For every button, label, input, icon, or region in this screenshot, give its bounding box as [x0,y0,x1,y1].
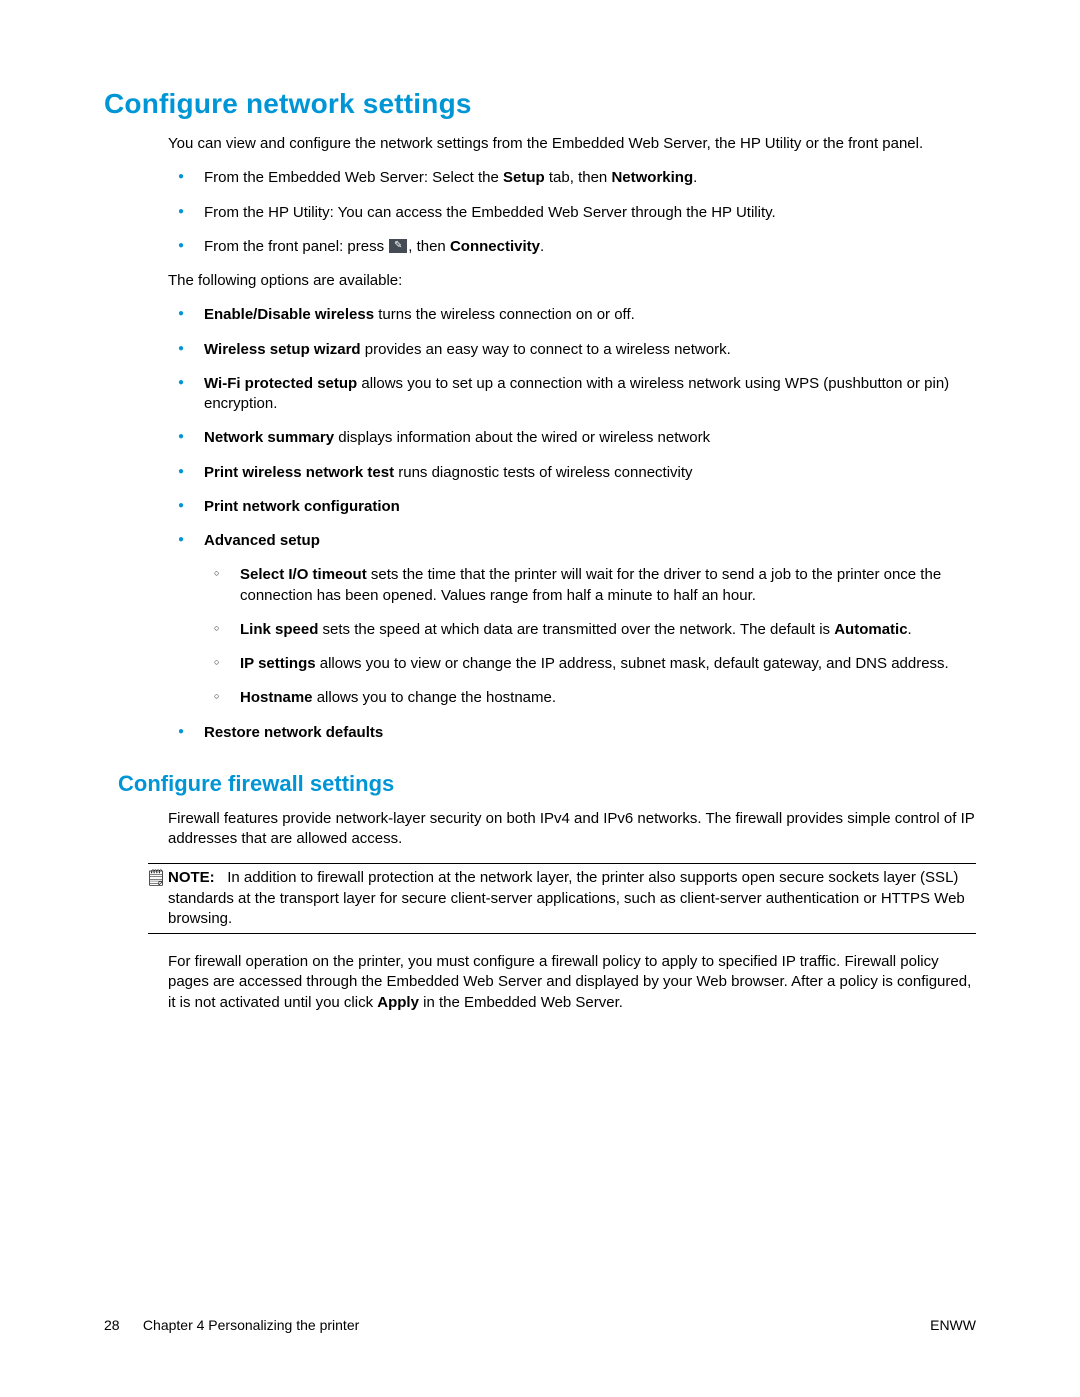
text: From the Embedded Web Server: Select the [204,169,503,186]
connectivity-label: Connectivity [450,238,540,255]
list-item: Wireless setup wizard provides an easy w… [168,340,976,360]
text: tab, then [545,169,612,186]
intro-paragraph: You can view and configure the network s… [168,134,976,154]
option-name: Print wireless network test [204,464,394,481]
list-item: Hostname allows you to change the hostna… [204,688,976,708]
heading-configure-firewall: Configure firewall settings [118,771,976,797]
list-item: Print wireless network test runs diagnos… [168,463,976,483]
note-body: In addition to firewall protection at th… [168,869,965,927]
list-item: Link speed sets the speed at which data … [204,620,976,640]
advanced-setup-list: Select I/O timeout sets the time that th… [204,565,976,708]
apply-label: Apply [377,994,419,1011]
list-item: Enable/Disable wireless turns the wirele… [168,305,976,325]
heading-configure-network: Configure network settings [104,88,976,120]
note-label: NOTE: [168,869,215,886]
sub-option-name: Select I/O timeout [240,566,367,583]
options-available-label: The following options are available: [168,271,976,291]
list-item: From the Embedded Web Server: Select the… [168,168,976,188]
list-item: From the HP Utility: You can access the … [168,203,976,223]
text: . [540,238,544,255]
text: , then [408,238,450,255]
networking-label: Networking [611,169,693,186]
text: From the front panel: press [204,238,388,255]
sub-option-name: Link speed [240,621,318,638]
wrench-icon [389,239,407,253]
list-item: Select I/O timeout sets the time that th… [204,565,976,606]
footer-right-label: ENWW [930,1317,976,1333]
sub-option-name: Hostname [240,689,313,706]
text: displays information about the wired or … [334,429,710,446]
text: sets the speed at which data are transmi… [318,621,834,638]
option-name: Wi-Fi protected setup [204,375,357,392]
list-item: Wi-Fi protected setup allows you to set … [168,374,976,415]
list-item: Network summary displays information abo… [168,428,976,448]
text: in the Embedded Web Server. [419,994,623,1011]
page-number: 28 [104,1317,120,1333]
automatic-label: Automatic [834,621,907,638]
text: allows you to view or change the IP addr… [316,655,949,672]
option-name: Print network configuration [204,498,400,515]
note-block: 🗒 NOTE: In addition to firewall protecti… [148,863,976,934]
text: turns the wireless connection on or off. [374,306,635,323]
page-footer: 28 Chapter 4 Personalizing the printer E… [104,1317,976,1333]
text: provides an easy way to connect to a wir… [361,341,731,358]
option-name: Network summary [204,429,334,446]
text: . [908,621,912,638]
option-name: Enable/Disable wireless [204,306,374,323]
firewall-operation: For firewall operation on the printer, y… [168,952,976,1013]
text: runs diagnostic tests of wireless connec… [394,464,692,481]
option-name: Advanced setup [204,532,320,549]
list-item: IP settings allows you to view or change… [204,654,976,674]
document-page: Configure network settings You can view … [0,0,1080,1397]
text: allows you to change the hostname. [313,689,557,706]
options-list: Enable/Disable wireless turns the wirele… [168,305,976,743]
firewall-intro: Firewall features provide network-layer … [168,809,976,850]
option-name: Restore network defaults [204,724,383,741]
note-icon: 🗒 [146,868,166,890]
sub-option-name: IP settings [240,655,316,672]
option-name: Wireless setup wizard [204,341,361,358]
list-item: From the front panel: press , then Conne… [168,237,976,257]
text: . [693,169,697,186]
list-item: Restore network defaults [168,723,976,743]
chapter-title: Chapter 4 Personalizing the printer [143,1317,359,1333]
list-item: Print network configuration [168,497,976,517]
list-item: Advanced setup Select I/O timeout sets t… [168,531,976,709]
setup-tab-label: Setup [503,169,545,186]
access-methods-list: From the Embedded Web Server: Select the… [168,168,976,257]
